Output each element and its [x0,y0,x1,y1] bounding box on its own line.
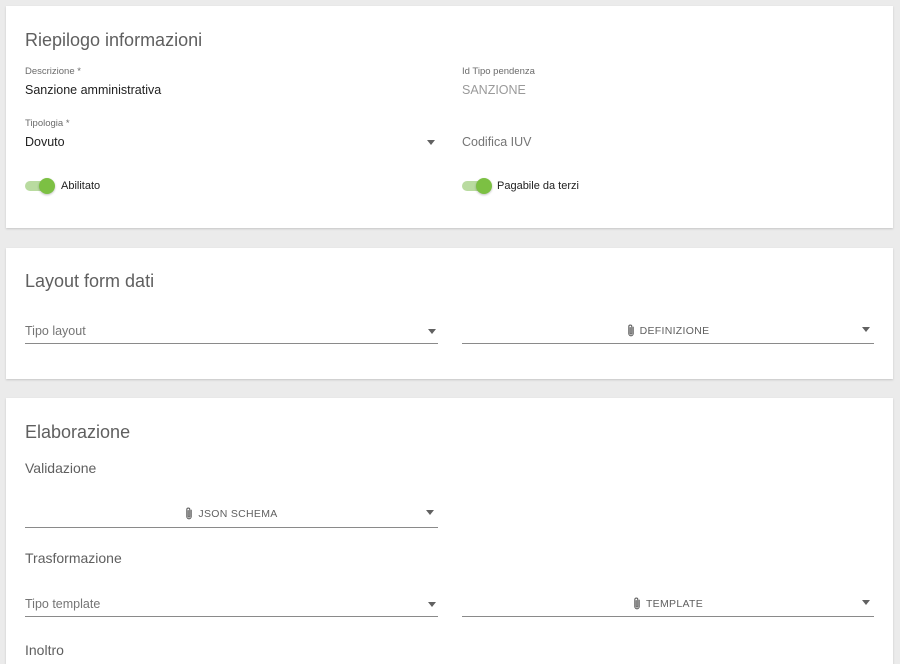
toggle-thumb [39,178,55,194]
json-schema-file-label-wrap: JSON SCHEMA [25,507,438,520]
inoltro-label: Inoltro [25,642,64,658]
tipo-template-placeholder: Tipo template [25,597,101,611]
riepilogo-title: Riepilogo informazioni [25,30,203,50]
toggle-thumb [476,178,492,194]
field-underline [25,527,438,528]
id-tipo-pendenza-value: SANZIONE [462,83,526,97]
elaborazione-title: Elaborazione [25,422,131,442]
field-underline [25,616,438,617]
tipologia-select[interactable]: Tipologia * Dovuto [25,118,437,152]
field-underline [462,343,874,344]
field-underline [462,616,874,617]
definizione-file-field[interactable]: DEFINIZIONE [462,322,874,344]
definizione-file-label-wrap: DEFINIZIONE [462,324,874,337]
tipologia-value: Dovuto [25,135,65,149]
template-label: TEMPLATE [645,597,704,610]
tipo-layout-placeholder: Tipo layout [25,324,86,338]
json-schema-label: JSON SCHEMA [198,507,278,520]
chevron-down-icon [862,327,870,332]
elaborazione-card: Elaborazione Validazione JSON SCHEMA Tra… [6,398,893,664]
pagabile-terzi-label: Pagabile da terzi [497,180,579,192]
chevron-down-icon [427,140,435,145]
abilitato-toggle[interactable] [25,178,55,194]
field-underline [25,343,438,344]
chevron-down-icon [428,602,436,607]
tipo-template-select[interactable]: Tipo template [25,595,438,617]
paperclip-icon [634,597,640,610]
descrizione-label: Descrizione * [25,66,81,77]
chevron-down-icon [426,510,434,515]
descrizione-field[interactable]: Descrizione * Sanzione amministrativa [25,66,437,100]
json-schema-file-field[interactable]: JSON SCHEMA [25,505,438,528]
abilitato-label: Abilitato [61,180,101,192]
validazione-label: Validazione [25,460,97,476]
codifica-iuv-field[interactable]: Codifica IUV [462,135,531,149]
riepilogo-card: Riepilogo informazioni Descrizione * San… [6,6,893,228]
paperclip-icon [186,507,193,520]
template-file-field[interactable]: TEMPLATE [462,595,874,617]
id-tipo-pendenza-label: Id Tipo pendenza [462,66,535,77]
layout-form-card: Layout form dati Tipo layout DEFINIZIONE [6,248,893,379]
layout-form-title: Layout form dati [25,271,155,291]
definizione-label: DEFINIZIONE [639,324,710,337]
tipologia-label: Tipologia * [25,118,70,129]
tipo-layout-select[interactable]: Tipo layout [25,322,438,344]
chevron-down-icon [862,600,870,605]
id-tipo-pendenza-field: Id Tipo pendenza SANZIONE [462,66,874,100]
chevron-down-icon [428,329,436,334]
trasformazione-label: Trasformazione [25,550,122,566]
template-file-label-wrap: TEMPLATE [462,597,874,610]
pagabile-terzi-toggle[interactable] [462,178,492,194]
paperclip-icon [627,324,634,337]
descrizione-value[interactable]: Sanzione amministrativa [25,83,161,97]
